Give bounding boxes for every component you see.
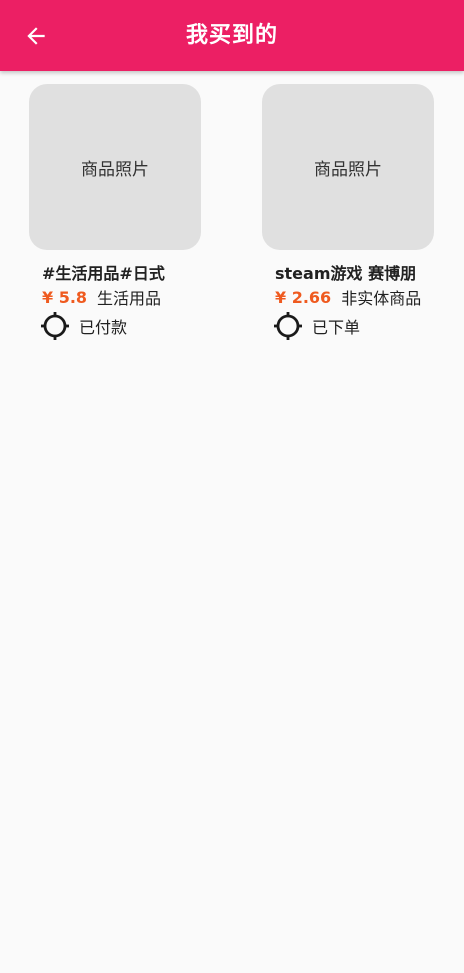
order-status: 已下单	[312, 318, 361, 337]
item-info: steam游戏 赛博朋 ¥ 2.66 非实体商品 已下单	[262, 263, 441, 342]
price-row: ¥ 2.66 非实体商品	[275, 285, 441, 309]
crosshair-icon	[40, 311, 70, 341]
item-price: ¥ 5.8	[42, 287, 88, 307]
page-title: 我买到的	[185, 23, 278, 48]
item-price: ¥ 2.66	[275, 287, 332, 307]
purchased-item-card[interactable]: 商品照片 #生活用品#日式 ¥ 5.8 生活用品 已付款	[29, 84, 225, 342]
item-info: #生活用品#日式 ¥ 5.8 生活用品 已付款	[29, 263, 208, 342]
crosshair-icon	[273, 311, 303, 341]
item-name: steam游戏 赛博朋	[275, 264, 417, 283]
item-category: 非实体商品	[341, 289, 422, 308]
photo-label: 商品照片	[314, 159, 382, 180]
item-category: 生活用品	[97, 289, 162, 308]
product-photo-placeholder: 商品照片	[29, 84, 201, 250]
status-row: 已付款	[40, 310, 208, 342]
item-name: #生活用品#日式	[42, 264, 165, 283]
purchased-item-card[interactable]: 商品照片 steam游戏 赛博朋 ¥ 2.66 非实体商品 已下单	[262, 84, 458, 342]
app-bar: 我买到的	[0, 0, 464, 71]
status-row: 已下单	[273, 310, 441, 342]
order-status: 已付款	[79, 318, 128, 337]
photo-label: 商品照片	[81, 159, 149, 180]
product-photo-placeholder: 商品照片	[262, 84, 434, 250]
price-row: ¥ 5.8 生活用品	[42, 285, 208, 309]
